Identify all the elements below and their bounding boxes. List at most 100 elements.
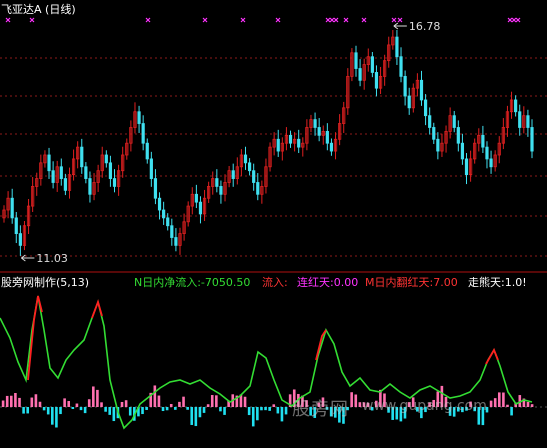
flow-bar-positive xyxy=(120,401,124,407)
flow-bar-positive xyxy=(10,395,13,407)
candle-body xyxy=(485,146,489,160)
high-price-label: 16.78 xyxy=(409,20,441,33)
candle-body xyxy=(247,162,252,172)
candle-body xyxy=(419,79,424,101)
flow-bar-negative xyxy=(161,407,165,412)
flow-bar-negative xyxy=(247,407,251,416)
legend-consecutive-red: 连红天:0.00 xyxy=(297,276,359,289)
candle-body xyxy=(370,56,374,73)
chart-canvas[interactable]: 16.78 11.03 xyxy=(0,0,547,448)
candle-body xyxy=(481,134,485,148)
flow-bar-negative xyxy=(198,407,202,418)
flow-bar-positive xyxy=(96,389,99,407)
signal-marker xyxy=(511,17,517,23)
flow-bar-positive xyxy=(34,394,38,407)
signal-marker xyxy=(391,17,397,23)
signal-marker xyxy=(333,17,339,23)
flow-bar-positive xyxy=(1,400,5,407)
candle-body xyxy=(149,158,153,179)
signal-marker xyxy=(325,17,331,23)
flow-bar-positive xyxy=(506,404,509,407)
flow-bar-positive xyxy=(243,396,247,407)
watermark-site: 股旁网 xyxy=(292,399,349,420)
flow-bar-negative xyxy=(128,407,132,416)
candle-body xyxy=(407,95,411,109)
flow-bar-positive xyxy=(75,403,79,407)
flow-bar-positive xyxy=(153,385,157,407)
signal-marker xyxy=(329,17,335,23)
candle-body xyxy=(166,217,170,227)
flow-bar-negative xyxy=(174,407,177,410)
flow-bar-negative xyxy=(268,407,271,411)
flow-bar-negative xyxy=(264,407,267,411)
flow-bar-negative xyxy=(55,407,58,428)
candle-body xyxy=(59,166,63,179)
candle-body xyxy=(18,233,22,246)
candle-body xyxy=(489,158,493,168)
flow-bar-positive xyxy=(87,399,91,407)
flow-bar-positive xyxy=(169,404,173,407)
candle-body xyxy=(288,134,293,144)
flow-bar-positive xyxy=(92,386,95,407)
candle-body xyxy=(162,209,166,219)
candle-body xyxy=(428,115,432,128)
flow-bar-negative xyxy=(46,407,50,415)
flow-bar-positive xyxy=(502,392,505,407)
flow-bar-negative xyxy=(194,407,198,427)
flow-bar-positive xyxy=(18,397,21,407)
flow-bar-negative xyxy=(186,407,189,410)
candle-body xyxy=(51,170,55,183)
signal-marker xyxy=(343,17,349,23)
flow-bar-negative xyxy=(190,407,194,425)
legend-turn-red: M日内翻红天:7.00 xyxy=(365,276,458,289)
flow-bar-positive xyxy=(30,397,34,407)
candle-body xyxy=(374,72,379,89)
candle-body xyxy=(456,127,460,144)
candle-body xyxy=(47,154,51,172)
legend-bear-days: 走熊天:1.0! xyxy=(468,276,527,289)
candle-body xyxy=(198,201,203,215)
watermark-url: www.gupang.com xyxy=(362,398,487,414)
candle-body xyxy=(432,127,436,140)
candle-body xyxy=(358,68,362,81)
flow-bar-positive xyxy=(272,404,276,407)
signal-marker xyxy=(397,17,403,23)
flow-bar-positive xyxy=(497,392,501,407)
flow-bar-negative xyxy=(71,407,75,410)
candle-body xyxy=(84,166,88,179)
candle-body xyxy=(112,178,117,187)
signal-marker xyxy=(145,17,151,23)
candle-body xyxy=(88,178,92,195)
signal-marker xyxy=(515,17,521,23)
flow-bar-negative xyxy=(165,407,169,411)
candle-body xyxy=(219,186,223,195)
candle-body xyxy=(174,237,178,246)
candle-body xyxy=(313,119,317,128)
flow-bar-positive xyxy=(354,394,358,407)
signal-marker xyxy=(240,17,246,23)
flow-bar-negative xyxy=(145,407,148,410)
candle-body xyxy=(194,193,198,203)
candle-body xyxy=(297,138,301,148)
candle-body xyxy=(460,142,465,160)
candle-body xyxy=(141,123,145,144)
flow-bar-negative xyxy=(83,407,87,414)
flow-bar-positive xyxy=(489,400,493,407)
flow-bar-negative xyxy=(510,407,513,416)
page-title: 飞亚达A (日线) xyxy=(1,3,76,16)
inflow-red-segment xyxy=(485,347,499,365)
candle-body xyxy=(170,225,174,238)
legend-inflow: 流入: xyxy=(262,276,288,289)
candle-body xyxy=(215,178,219,187)
candle-body xyxy=(153,178,158,199)
flow-bar-positive xyxy=(350,392,353,407)
flow-bar-negative xyxy=(260,407,263,411)
candle-body xyxy=(10,197,14,219)
candle-body xyxy=(526,115,530,128)
flow-bar-positive xyxy=(530,404,534,407)
candle-body xyxy=(530,127,534,152)
candle-body xyxy=(452,115,456,128)
flow-bar-positive xyxy=(63,398,66,407)
candle-body xyxy=(157,197,162,211)
flow-bar-negative xyxy=(112,407,116,422)
